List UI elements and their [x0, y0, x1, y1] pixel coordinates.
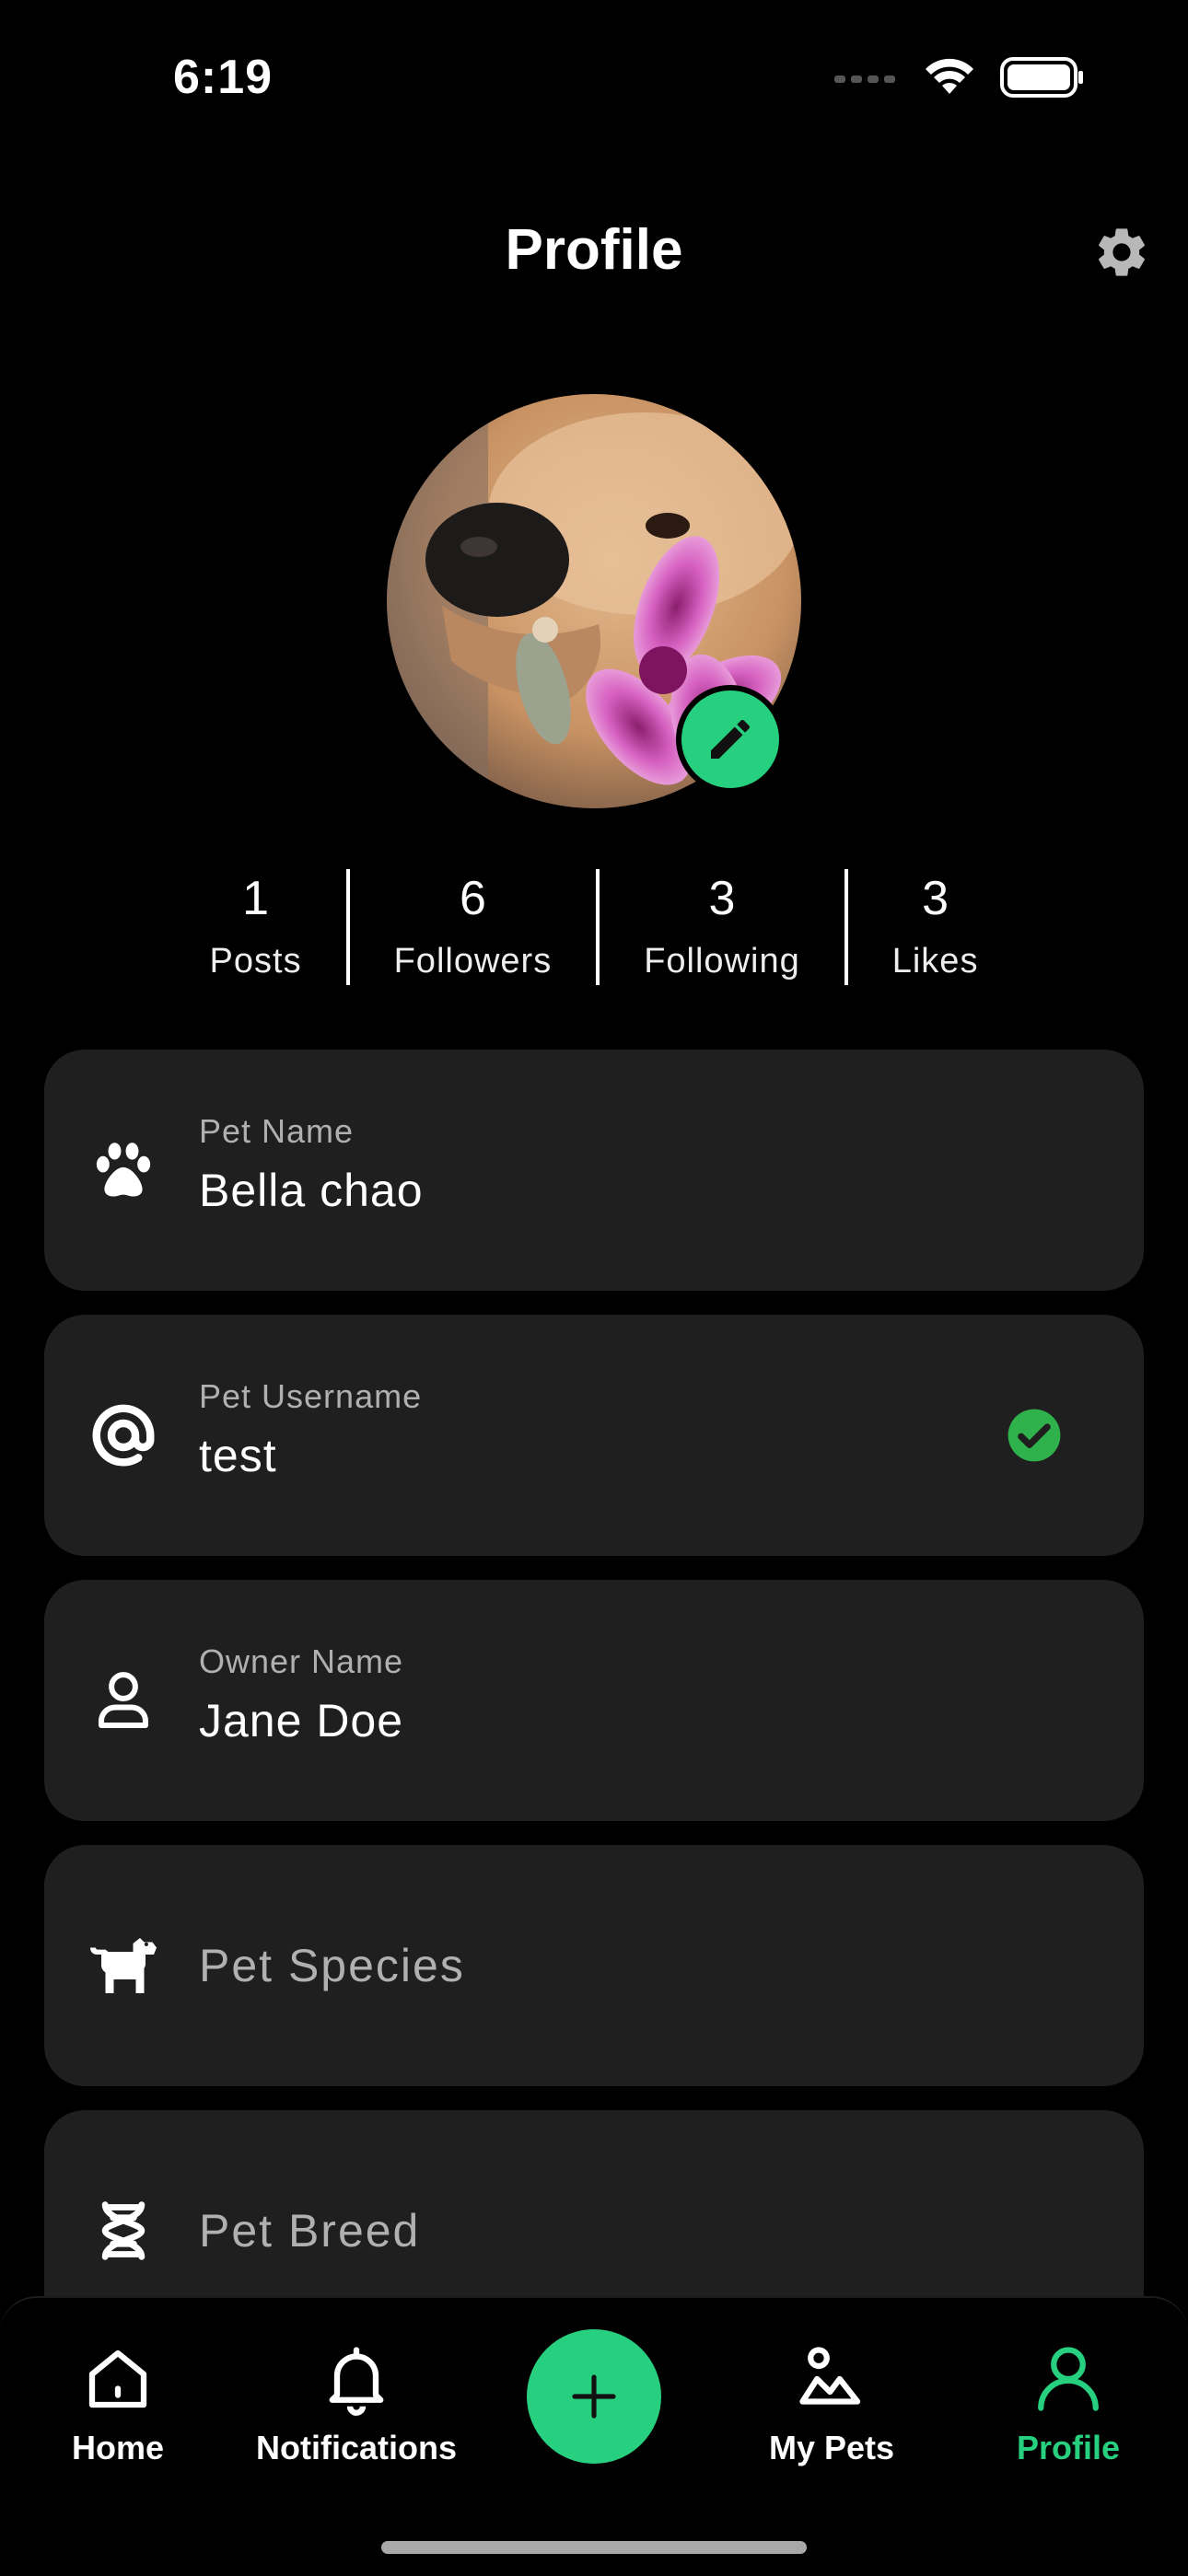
edit-avatar-button[interactable] [676, 685, 785, 794]
plus-icon [572, 2374, 616, 2419]
field-label: Pet Name [199, 1112, 355, 1150]
nav-label: Home [71, 2429, 165, 2466]
field-label: Pet Username [199, 1377, 423, 1415]
stat-value: 3 [922, 872, 949, 925]
stat-label: Following [644, 942, 800, 981]
stat-likes[interactable]: 3 Likes [844, 869, 1023, 985]
field-label: Owner Name [199, 1642, 404, 1680]
pet-species-field[interactable]: Pet Species [44, 1845, 1144, 2086]
stat-label: Likes [891, 942, 979, 981]
stat-label: Posts [209, 942, 302, 981]
pencil-icon [711, 719, 751, 759]
field-value: test [199, 1430, 277, 1481]
wifi-icon [926, 58, 973, 94]
battery-icon [1000, 57, 1083, 98]
nav-label: My Pets [768, 2429, 895, 2466]
dog-icon [85, 1927, 162, 2004]
field-value: Bella chao [199, 1165, 424, 1216]
nav-label: Notifications [255, 2429, 457, 2466]
add-post-button[interactable] [527, 2329, 661, 2464]
profile-stats: 1 Posts 6 Followers 3 Following 3 Likes [0, 869, 1188, 985]
stat-value: 1 [242, 872, 270, 925]
bell-icon [329, 2347, 384, 2416]
nav-label: Profile [1016, 2429, 1121, 2466]
at-icon [85, 1397, 162, 1474]
nav-my-pets[interactable]: My Pets [721, 2340, 942, 2467]
stat-value: 3 [708, 872, 736, 925]
dna-icon [85, 2192, 162, 2269]
nav-notifications[interactable]: Notifications [246, 2340, 467, 2467]
status-time: 6:19 [173, 51, 274, 104]
status-icons [834, 57, 1085, 98]
stat-value: 6 [459, 872, 486, 925]
pets-landscape-icon [799, 2347, 861, 2405]
person-icon [1038, 2347, 1099, 2411]
owner-name-field[interactable]: Owner Name Jane Doe [44, 1580, 1144, 1821]
nav-profile[interactable]: Profile [958, 2340, 1179, 2467]
gear-icon[interactable] [1092, 223, 1151, 282]
field-placeholder: Pet Breed [199, 2205, 421, 2257]
pet-name-field[interactable]: Pet Name Bella chao [44, 1050, 1144, 1291]
stat-posts[interactable]: 1 Posts [166, 869, 346, 985]
home-icon [88, 2350, 147, 2408]
stat-followers[interactable]: 6 Followers [345, 869, 597, 985]
field-value: Jane Doe [199, 1695, 404, 1746]
stat-label: Followers [393, 942, 553, 981]
nav-home[interactable]: Home [7, 2340, 228, 2467]
signal-icon [834, 75, 895, 83]
home-indicator [381, 2541, 807, 2554]
paw-icon [85, 1131, 162, 1209]
stat-following[interactable]: 3 Following [596, 869, 844, 985]
pet-username-field[interactable]: Pet Username test [44, 1315, 1144, 1556]
page-title: Profile [505, 218, 683, 282]
check-circle-icon [1007, 1409, 1061, 1462]
person-icon [85, 1662, 162, 1739]
field-placeholder: Pet Species [199, 1940, 465, 1991]
